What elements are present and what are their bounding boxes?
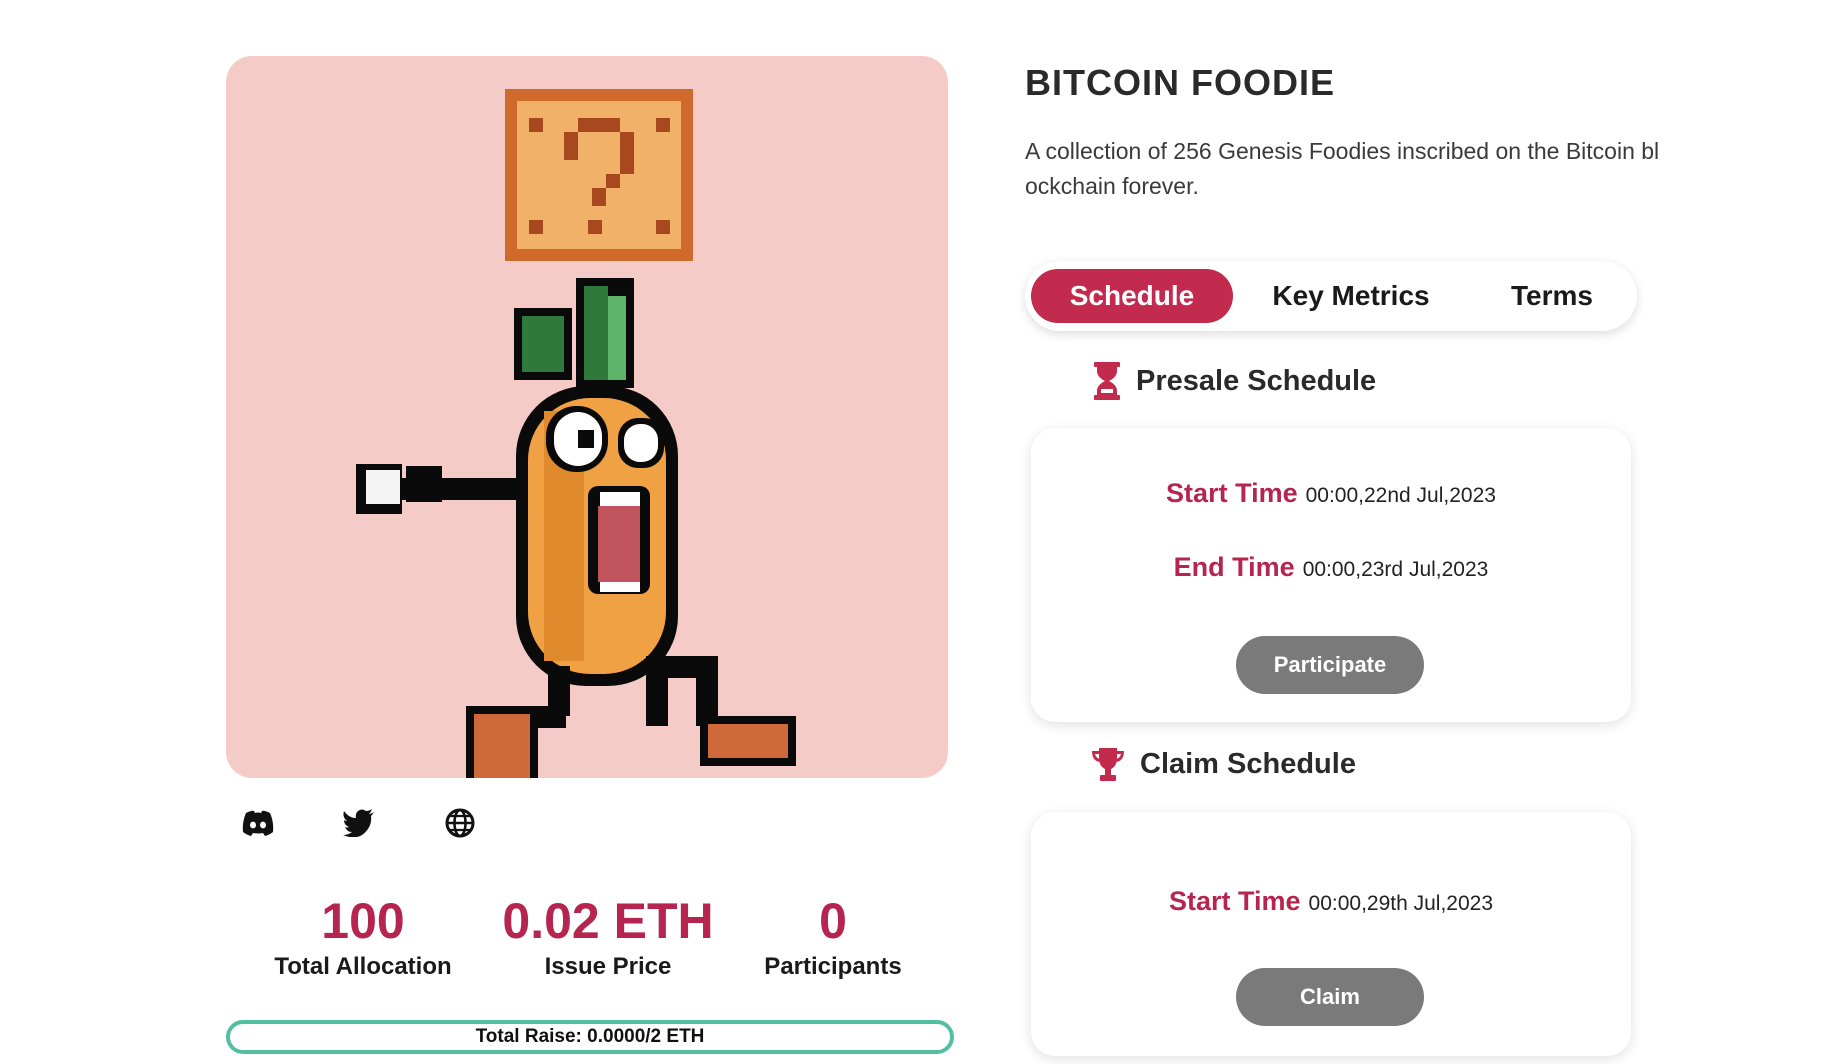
total-raise-text: Total Raise: 0.0000/2 ETH [475, 1026, 705, 1047]
social-links [240, 805, 478, 841]
presale-schedule-heading: Presale Schedule [1092, 362, 1376, 400]
collection-description: A collection of 256 Genesis Foodies insc… [1025, 138, 1660, 199]
claim-schedule-heading: Claim Schedule [1090, 746, 1356, 782]
presale-end-label: End Time [1173, 552, 1295, 582]
stat-participants: 0 Participants [764, 890, 901, 982]
stat-total-allocation: 100 Total Allocation [274, 890, 451, 982]
twitter-icon[interactable] [341, 805, 377, 841]
presale-start-row: Start Time 00:00,22nd Jul,2023 [1031, 478, 1631, 509]
claim-schedule-title: Claim Schedule [1140, 747, 1356, 780]
presale-end-value: 00:00,23rd Jul,2023 [1302, 558, 1489, 581]
claim-button[interactable]: Claim [1236, 968, 1424, 1026]
tab-schedule[interactable]: Schedule [1031, 269, 1233, 323]
presale-start-value: 00:00,22nd Jul,2023 [1305, 484, 1496, 507]
stat-label: Participants [764, 953, 902, 980]
tab-terms[interactable]: Terms [1479, 269, 1625, 323]
presale-schedule-title: Presale Schedule [1136, 364, 1377, 397]
hourglass-icon [1094, 362, 1120, 400]
claim-start-label: Start Time [1168, 886, 1301, 916]
presale-schedule-card: Start Time 00:00,22nd Jul,2023 End Time 00… [1031, 428, 1631, 722]
stat-value: 0 [819, 893, 847, 949]
presale-end-row: End Time 00:00,23rd Jul,2023 [1031, 552, 1631, 583]
total-raise-progress-bar: Total Raise: 0.0000/2 ETH [226, 1020, 954, 1054]
presale-page: 100 Total Allocation 0.02 ETH Issue Pric… [0, 0, 1824, 1064]
stats-row: 100 Total Allocation 0.02 ETH Issue Pric… [226, 890, 948, 1000]
trophy-icon [1092, 748, 1124, 781]
stat-value: 0.02 ETH [502, 893, 714, 949]
claim-schedule-card: Start Time 00:00,29th Jul,2023 Claim [1031, 812, 1631, 1056]
carrot-character-image [356, 89, 796, 778]
participate-button[interactable]: Participate [1236, 636, 1424, 694]
discord-icon[interactable] [240, 805, 276, 841]
collection-title: BITCOIN FOODIE [1025, 62, 1335, 103]
globe-icon[interactable] [442, 805, 478, 841]
stat-label: Issue Price [544, 953, 672, 980]
tab-bar: Schedule Key Metrics Terms [1025, 261, 1637, 331]
claim-start-value: 00:00,29th Jul,2023 [1308, 892, 1494, 915]
stat-issue-price: 0.02 ETH Issue Price [502, 890, 713, 982]
stat-label: Total Allocation [274, 953, 452, 980]
nft-artwork [226, 56, 948, 778]
claim-start-row: Start Time 00:00,29th Jul,2023 [1031, 886, 1631, 917]
presale-start-label: Start Time [1166, 478, 1298, 508]
tab-key-metrics[interactable]: Key Metrics [1253, 269, 1449, 323]
stat-value: 100 [321, 893, 405, 949]
